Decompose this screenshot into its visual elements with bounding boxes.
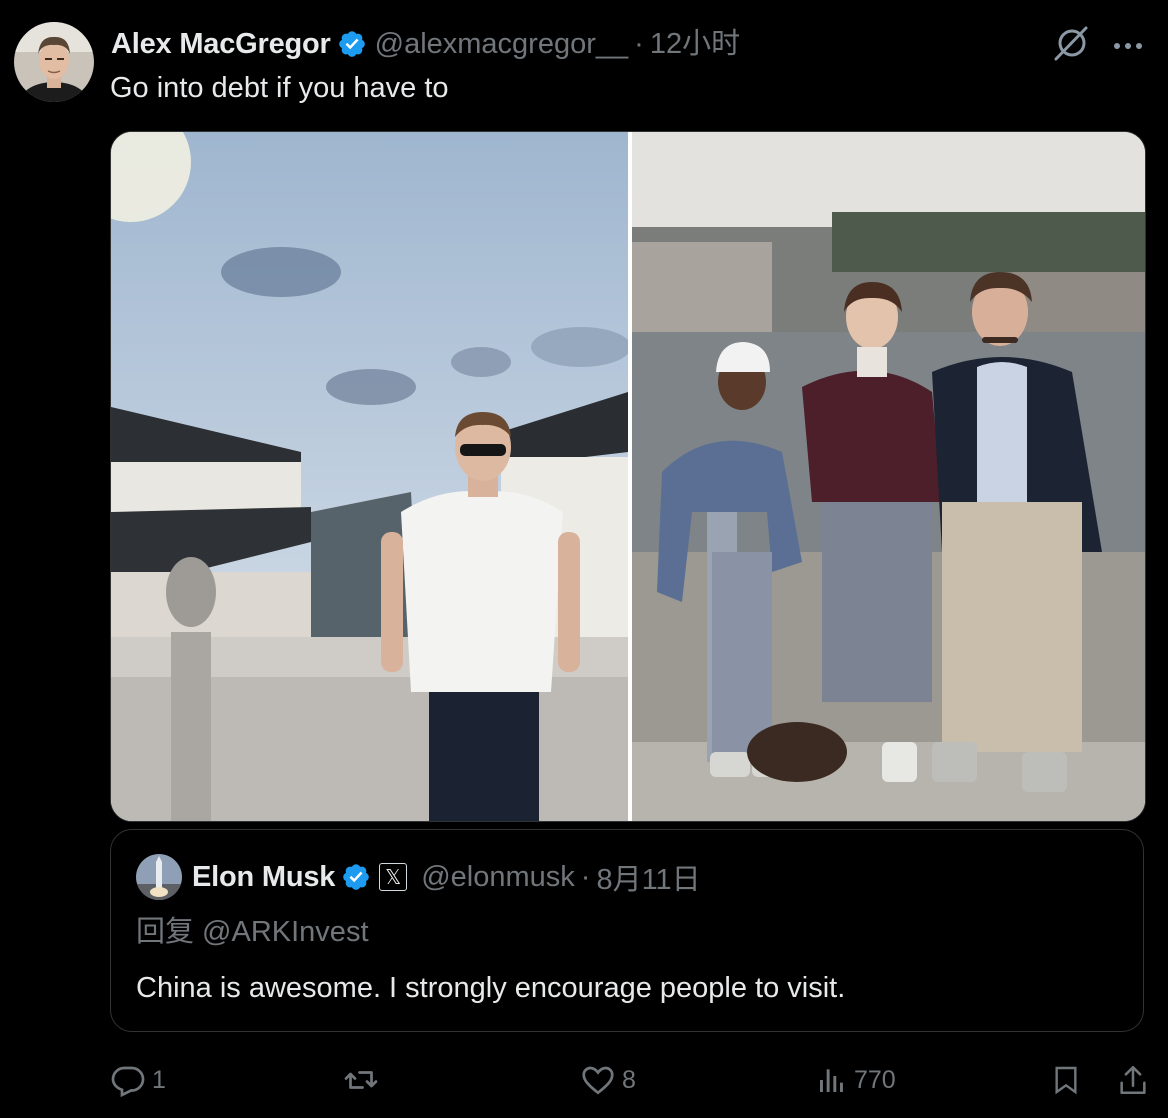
- share-icon: [1120, 1065, 1146, 1095]
- quote-verified-badge-icon[interactable]: [341, 862, 371, 892]
- more-options-icon[interactable]: [1112, 38, 1144, 56]
- tweet-time[interactable]: 12小时: [650, 26, 740, 62]
- like-count: 8: [622, 1065, 636, 1094]
- retweet-button[interactable]: [342, 1055, 386, 1105]
- action-bar: 1 8 770: [110, 1055, 1160, 1105]
- tweet-media: [110, 131, 1146, 822]
- photo-family-on-canal-bridge-icon: [632, 132, 1145, 821]
- photo-man-on-canal-bridge-icon: [111, 132, 628, 821]
- bookmark-icon: [1055, 1066, 1077, 1095]
- quoted-tweet[interactable]: Elon Musk 𝕏 @elonmusk · 8月11日 回复 @ARKInv…: [110, 829, 1144, 1032]
- quote-reply-to: 回复 @ARKInvest: [136, 916, 369, 948]
- tweet-text: Go into debt if you have to: [110, 72, 449, 104]
- heart-icon: [582, 1066, 614, 1095]
- rocket-avatar-icon: [136, 854, 182, 900]
- share-button[interactable]: [1116, 1055, 1150, 1105]
- views-button[interactable]: 770: [816, 1055, 896, 1105]
- media-photo-1[interactable]: [111, 132, 628, 821]
- tweet-header: Alex MacGregor @alexmacgregor__ · 12小时: [111, 26, 740, 62]
- quote-separator-dot: ·: [580, 860, 591, 893]
- bookmark-button[interactable]: [1050, 1055, 1082, 1105]
- author-handle[interactable]: @alexmacgregor__: [375, 26, 629, 62]
- grok-icon[interactable]: [1053, 24, 1091, 67]
- media-photo-2[interactable]: [632, 132, 1145, 821]
- quote-time[interactable]: 8月11日: [596, 856, 700, 898]
- reply-button[interactable]: 1: [110, 1055, 166, 1105]
- verified-badge-icon[interactable]: [337, 29, 367, 59]
- quote-author-avatar[interactable]: [136, 854, 182, 900]
- like-button[interactable]: 8: [580, 1055, 636, 1105]
- x-affiliate-badge[interactable]: 𝕏: [379, 863, 408, 891]
- quote-author-handle[interactable]: @elonmusk: [421, 861, 575, 894]
- user-avatar-icon: [14, 22, 94, 102]
- separator-dot: ·: [634, 28, 644, 60]
- quote-author-name[interactable]: Elon Musk: [192, 861, 335, 894]
- views-count: 770: [854, 1065, 896, 1094]
- quote-text: China is awesome. I strongly encourage p…: [136, 972, 846, 1004]
- author-avatar[interactable]: [14, 22, 94, 102]
- reply-count: 1: [152, 1065, 166, 1094]
- retweet-icon: [344, 1071, 378, 1089]
- reply-icon: [111, 1066, 145, 1098]
- quote-header: Elon Musk 𝕏 @elonmusk · 8月11日: [136, 854, 701, 900]
- author-name[interactable]: Alex MacGregor: [111, 26, 331, 62]
- views-chart-icon: [820, 1069, 843, 1092]
